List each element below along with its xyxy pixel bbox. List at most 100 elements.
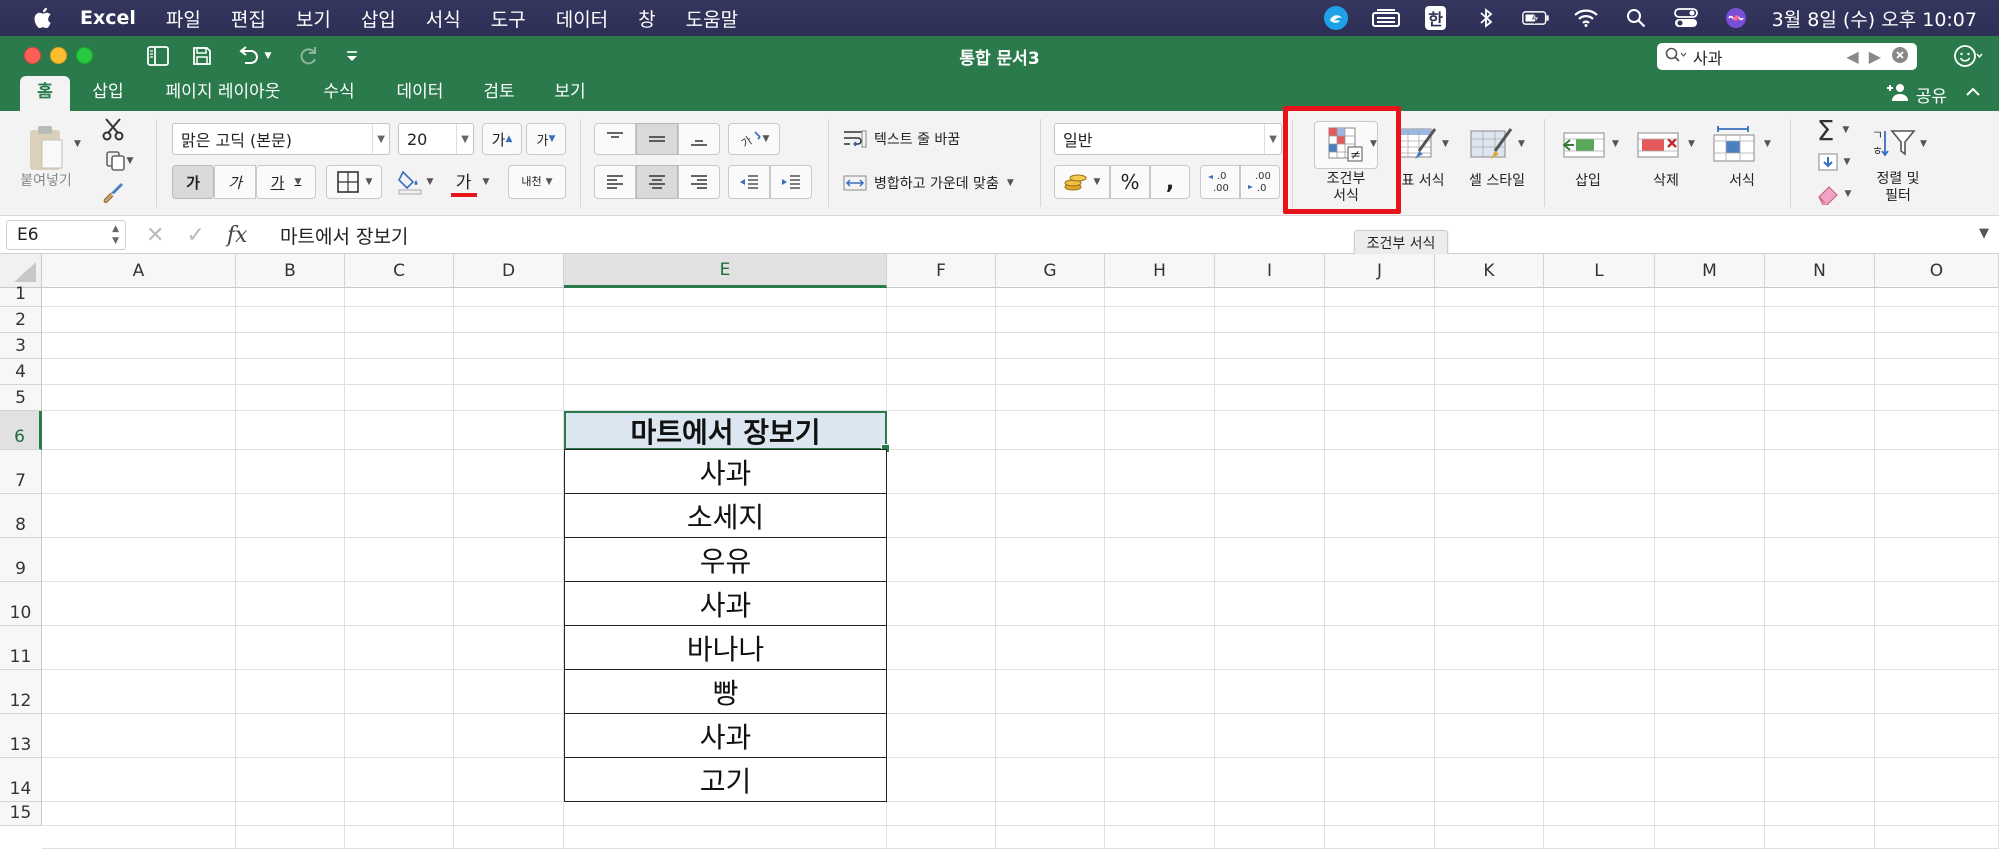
format-cells-icon[interactable] [1706, 121, 1762, 169]
app-status-icon[interactable] [1322, 6, 1350, 30]
copy-icon[interactable]: ▼ [98, 147, 140, 175]
search-icon[interactable] [1622, 7, 1650, 29]
tab-page-layout[interactable]: 페이지 레이아웃 [156, 76, 290, 111]
cell-styles-icon[interactable] [1462, 121, 1520, 169]
format-painter-icon[interactable] [98, 179, 128, 207]
format-as-table-label[interactable]: 표 서식 [1398, 173, 1448, 190]
bluetooth-icon[interactable] [1472, 7, 1500, 29]
name-box-stepper-icon[interactable]: ▲ ▼ [112, 223, 119, 247]
confirm-entry-icon[interactable]: ✓ [186, 223, 204, 248]
column-header-j[interactable]: J [1325, 254, 1435, 288]
menu-data[interactable]: 데이터 [556, 5, 608, 32]
row-header-8[interactable]: 8 [0, 494, 42, 538]
align-left-button[interactable] [594, 165, 636, 199]
borders-button[interactable]: ▼ [326, 165, 382, 199]
tab-view[interactable]: 보기 [546, 76, 594, 111]
column-header-i[interactable]: I [1215, 254, 1325, 288]
sort-filter-icon[interactable]: ㄱㅎ [1866, 121, 1926, 169]
list-item-cell[interactable]: 우유 [564, 537, 887, 582]
orientation-button[interactable]: 가 ▼ [728, 123, 780, 155]
format-cells-label[interactable]: 서식 [1710, 173, 1774, 190]
wifi-icon[interactable] [1572, 7, 1600, 29]
font-color-button[interactable]: 가 ▼ [446, 165, 494, 199]
tab-home[interactable]: 홈 [20, 76, 70, 111]
row-header-7[interactable]: 7 [0, 450, 42, 494]
tab-formulas[interactable]: 수식 [314, 76, 364, 111]
align-top-button[interactable] [594, 123, 636, 155]
format-cells-dropdown-icon[interactable]: ▼ [1764, 139, 1771, 149]
cut-icon[interactable] [98, 115, 128, 143]
column-header-f[interactable]: F [887, 254, 996, 288]
menu-file[interactable]: 파일 [166, 5, 201, 32]
decrease-decimal-button[interactable]: .00.0 [1240, 165, 1280, 199]
fill-color-button[interactable]: ▼ [390, 165, 440, 199]
control-center-icon[interactable] [1672, 7, 1700, 29]
accounting-format-button[interactable]: ▼ [1054, 165, 1110, 199]
column-header-k[interactable]: K [1435, 254, 1544, 288]
list-item-cell[interactable]: 바나나 [564, 625, 887, 670]
cell-styles-label[interactable]: 셀 스타일 [1462, 173, 1532, 190]
bold-button[interactable]: 가 [172, 165, 214, 199]
insert-function-icon[interactable]: fx [227, 223, 248, 248]
percent-style-button[interactable]: % [1110, 165, 1150, 199]
column-header-o[interactable]: O [1875, 254, 1999, 288]
delete-cells-dropdown-icon[interactable]: ▼ [1688, 139, 1695, 149]
fill-down-icon[interactable]: ▼ [1806, 147, 1860, 177]
list-item-cell[interactable]: 사과 [564, 581, 887, 626]
font-name-dropdown[interactable]: 맑은 고딕 (본문) ▼ [172, 123, 390, 155]
column-header-c[interactable]: C [345, 254, 454, 288]
menu-help[interactable]: 도움말 [686, 5, 738, 32]
decrease-indent-button[interactable] [728, 165, 770, 199]
align-bottom-button[interactable] [678, 123, 720, 155]
merge-center-button[interactable]: 병합하고 가운데 맞춤 ▼ [842, 167, 1032, 199]
feedback-smiley-icon[interactable] [1953, 42, 1983, 70]
siri-icon[interactable] [1722, 7, 1750, 29]
input-method-icon[interactable]: 한 [1422, 6, 1450, 30]
menubar-clock[interactable]: 3월 8일 (수) 오후 10:07 [1772, 5, 1977, 32]
align-right-button[interactable] [678, 165, 720, 199]
row-header-15[interactable]: 15 [0, 802, 42, 826]
align-middle-button[interactable] [636, 123, 678, 155]
column-header-d[interactable]: D [454, 254, 564, 288]
row-header-13[interactable]: 13 [0, 714, 42, 758]
formula-input[interactable]: 마트에서 장보기 [280, 220, 408, 250]
list-item-cell[interactable]: 사과 [564, 449, 887, 494]
share-button[interactable]: 공유 [1886, 82, 1947, 107]
column-header-h[interactable]: H [1105, 254, 1215, 288]
collapse-ribbon-icon[interactable] [1965, 82, 1981, 107]
row-header-12[interactable]: 12 [0, 670, 42, 714]
search-sheet-field[interactable]: 사과 ◀ ▶ [1657, 43, 1917, 70]
battery-icon[interactable] [1521, 7, 1550, 29]
row-header-2[interactable]: 2 [0, 307, 42, 333]
format-as-table-dropdown-icon[interactable]: ▼ [1442, 139, 1449, 149]
search-clear-icon[interactable] [1891, 46, 1909, 68]
list-item-cell[interactable]: 사과 [564, 713, 887, 758]
phonetic-guide-button[interactable]: 내천 ▼ [508, 165, 566, 199]
menu-window[interactable]: 창 [638, 5, 655, 32]
autosum-icon[interactable]: Σ ▼ [1806, 114, 1860, 147]
column-header-e[interactable]: E [564, 254, 887, 288]
row-header-9[interactable]: 9 [0, 538, 42, 582]
row-header-6[interactable]: 6 [0, 411, 42, 450]
row-header-3[interactable]: 3 [0, 333, 42, 359]
row-header-1[interactable]: 1 [0, 284, 42, 307]
list-item-cell[interactable]: 고기 [564, 757, 887, 802]
cancel-entry-icon[interactable]: ✕ [146, 223, 164, 248]
row-header-4[interactable]: 4 [0, 359, 42, 385]
italic-button[interactable]: 가 [214, 165, 256, 199]
clear-eraser-icon[interactable]: ▼ [1806, 179, 1860, 209]
underline-button[interactable]: 가 ▼ [256, 165, 316, 199]
menu-view[interactable]: 보기 [296, 5, 331, 32]
worksheet-grid[interactable]: ABCDEFGHIJKLMNO 1 2 3 4 5 6 7 8 9 10 11 12 13 14 15 마트… [0, 254, 1999, 849]
list-item-cell[interactable]: 소세지 [564, 493, 887, 538]
delete-cells-label[interactable]: 삭제 [1634, 173, 1698, 190]
list-item-cell[interactable]: 빵 [564, 669, 887, 714]
keyboard-icon[interactable] [1371, 7, 1400, 29]
insert-cells-dropdown-icon[interactable]: ▼ [1612, 139, 1619, 149]
delete-cells-icon[interactable] [1630, 121, 1686, 169]
column-header-g[interactable]: G [996, 254, 1105, 288]
name-box[interactable]: E6 ▲ ▼ [6, 220, 126, 250]
column-header-a[interactable]: A [42, 254, 236, 288]
increase-font-size-button[interactable]: 가 ▲ [482, 123, 522, 155]
expand-formula-bar-icon[interactable]: ▼ [1979, 226, 1989, 241]
